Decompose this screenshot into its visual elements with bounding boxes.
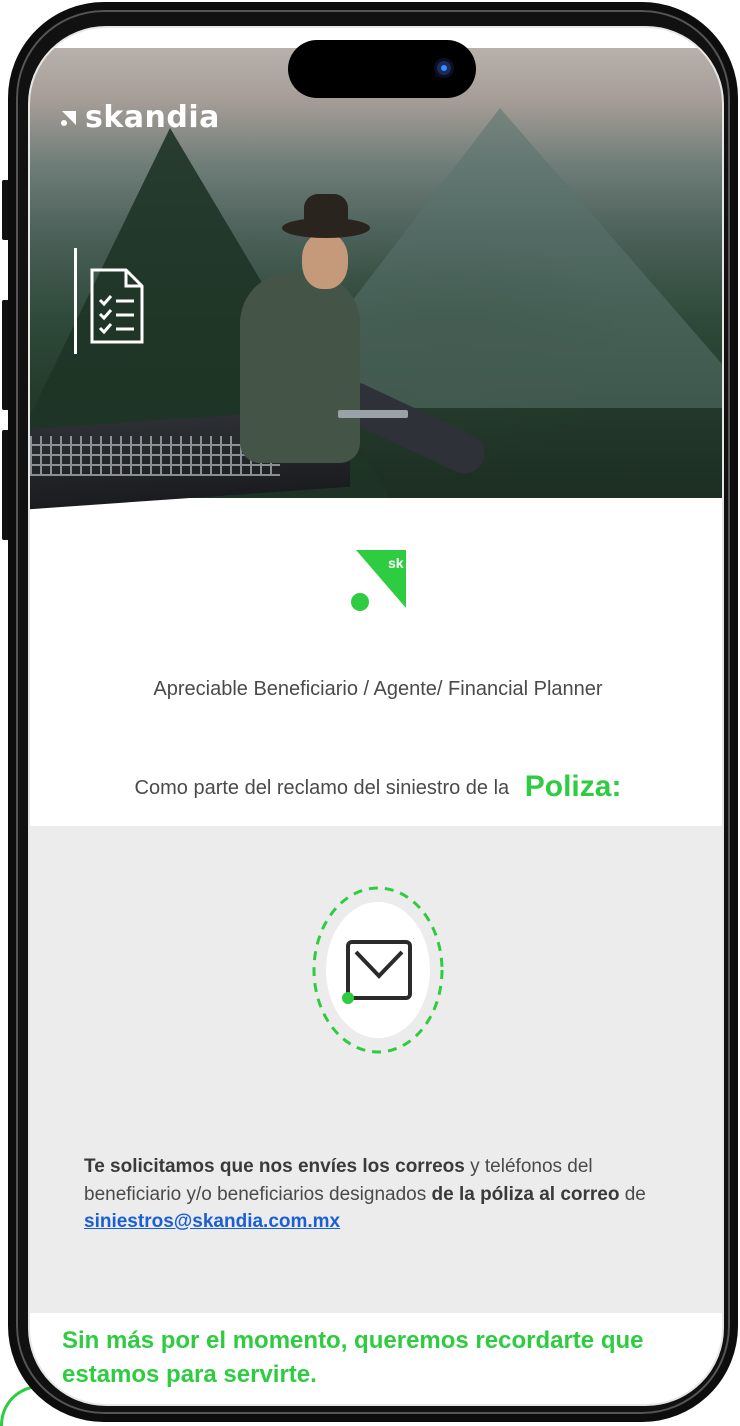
- email-screen[interactable]: skandia sk Apreciable Beneficiario / Age…: [28, 26, 724, 1406]
- person-head-shape: [302, 233, 348, 289]
- closing-message: Sin más por el momento, queremos recorda…: [62, 1327, 644, 1388]
- brand-name: skandia: [85, 100, 220, 135]
- request-bold-part-1: Te solicitamos que nos envíes los correo…: [84, 1156, 465, 1177]
- request-paragraph: Te solicitamos que nos envíes los correo…: [84, 1153, 674, 1236]
- policy-label: Poliza:: [524, 770, 622, 803]
- laptop-shape: [338, 410, 408, 418]
- camera-icon: [434, 58, 454, 78]
- greeting-text: Apreciable Beneficiario / Agente/ Financ…: [153, 678, 603, 700]
- hero-banner: skandia: [30, 48, 722, 510]
- contact-email-link[interactable]: siniestros@skandia.com.mx: [84, 1211, 340, 1232]
- request-text-part-2: de: [619, 1183, 646, 1205]
- request-bold-part-2: de la póliza al correo: [431, 1183, 620, 1205]
- logo-letters: sk: [388, 555, 404, 571]
- claim-intro-line: Como parte del reclamo del siniestro de …: [30, 770, 722, 804]
- envelope-icon: [310, 884, 446, 1061]
- claim-intro-text: Como parte del reclamo del siniestro de …: [134, 777, 510, 799]
- skandia-logo-icon: [60, 109, 78, 127]
- skandia-logo-icon: sk: [348, 548, 410, 617]
- hero-divider: [74, 248, 77, 354]
- brand-header: skandia: [60, 100, 220, 135]
- dynamic-island: [288, 40, 476, 98]
- request-panel: Te solicitamos que nos envíes los correo…: [30, 826, 722, 1313]
- hat-shape: [282, 194, 370, 238]
- document-checklist-icon: [86, 266, 148, 353]
- person-body-shape: [240, 273, 360, 463]
